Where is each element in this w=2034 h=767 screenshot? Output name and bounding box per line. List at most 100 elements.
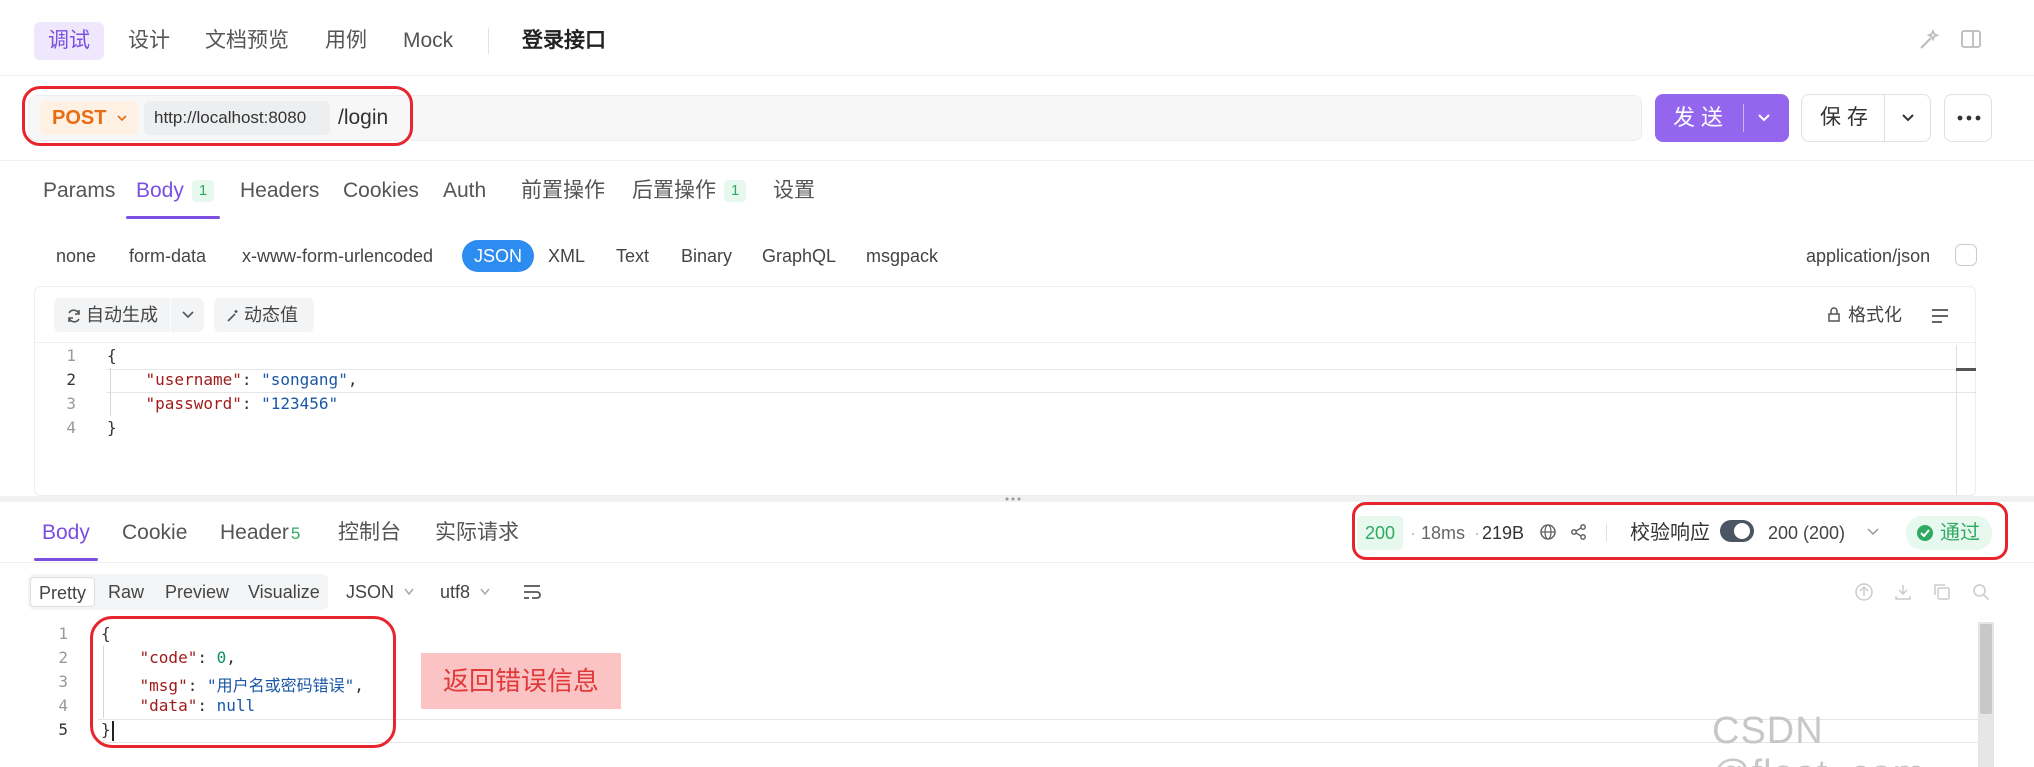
format-button[interactable]: 格式化 xyxy=(1826,298,1902,332)
line-number: 2 xyxy=(58,648,68,667)
body-type-xml[interactable]: XML xyxy=(548,240,585,272)
tab-body[interactable]: Body 1 xyxy=(136,176,215,206)
body-type-binary[interactable]: Binary xyxy=(681,240,732,272)
response-scrollbar-thumb[interactable] xyxy=(1980,624,1992,714)
line-number: 4 xyxy=(58,696,68,715)
tab-settings[interactable]: 设置 xyxy=(773,176,815,206)
magic-wand-icon xyxy=(227,310,238,322)
view-mode-raw[interactable]: Raw xyxy=(100,577,152,607)
json-value: "songang" xyxy=(261,370,348,389)
response-format-select[interactable]: JSON xyxy=(338,577,423,607)
copy-icon[interactable] xyxy=(1932,582,1952,602)
response-tab-header[interactable]: Header 5 xyxy=(220,518,300,549)
magic-wand-icon[interactable] xyxy=(1917,28,1941,52)
line-number: 5 xyxy=(58,720,68,739)
save-label: 保存 xyxy=(1820,106,1874,129)
tab-divider xyxy=(488,28,489,54)
more-button[interactable] xyxy=(1944,94,1992,142)
format-label: 格式化 xyxy=(1848,305,1902,325)
wrap-lines-icon[interactable] xyxy=(1930,307,1950,325)
tab-post-ops[interactable]: 后置操作 1 xyxy=(632,176,747,206)
line-number: 3 xyxy=(66,394,76,413)
response-tab-actual-request[interactable]: 实际请求 xyxy=(435,518,519,548)
tab-body-label: Body xyxy=(136,179,184,202)
drag-handle-icon[interactable] xyxy=(1004,496,1022,502)
tab-cases[interactable]: 用例 xyxy=(311,22,381,60)
json-value: "123456" xyxy=(261,394,339,413)
tab-mock[interactable]: Mock xyxy=(389,22,467,60)
download-icon[interactable] xyxy=(1893,582,1913,602)
active-response-tab-indicator xyxy=(34,558,98,561)
view-mode-preview[interactable]: Preview xyxy=(157,577,237,607)
save-options-chevron-icon[interactable] xyxy=(1900,111,1916,125)
line-number: 3 xyxy=(58,672,68,691)
content-type-checkbox[interactable] xyxy=(1955,244,1977,266)
json-key: "username" xyxy=(145,370,242,389)
send-options-chevron-icon[interactable] xyxy=(1756,111,1772,125)
view-mode-visualize[interactable]: Visualize xyxy=(240,577,328,607)
view-mode-pretty[interactable]: Pretty xyxy=(30,577,96,607)
line-number: 2 xyxy=(66,370,76,389)
tab-cookies[interactable]: Cookies xyxy=(343,176,419,206)
refresh-icon xyxy=(68,309,80,323)
tab-auth[interactable]: Auth xyxy=(443,176,486,206)
response-format-label: JSON xyxy=(346,582,395,602)
response-tab-cookie[interactable]: Cookie xyxy=(122,518,187,548)
send-label: 发送 xyxy=(1673,105,1730,130)
chevron-down-icon xyxy=(480,588,490,596)
search-icon[interactable] xyxy=(1971,582,1991,602)
body-type-text[interactable]: Text xyxy=(616,240,649,272)
tab-design[interactable]: 设计 xyxy=(114,22,184,60)
format-icon xyxy=(1828,307,1840,322)
api-name: 登录接口 xyxy=(522,29,606,52)
encoding-select[interactable]: utf8 xyxy=(432,577,499,607)
line-number: 1 xyxy=(66,346,76,365)
response-tab-console[interactable]: 控制台 xyxy=(338,518,401,548)
save-divider xyxy=(1884,95,1885,141)
upload-icon[interactable] xyxy=(1854,582,1874,602)
auto-generate-divider xyxy=(170,298,171,332)
auto-generate-chevron-icon[interactable] xyxy=(181,309,195,321)
dynamic-value-button[interactable]: 动态值 xyxy=(214,298,314,332)
tab-doc-preview[interactable]: 文档预览 xyxy=(191,22,303,60)
content-type-label: application/json xyxy=(1806,246,1931,266)
minimap-cursor xyxy=(1956,368,1976,371)
code-line: { xyxy=(107,346,117,365)
chevron-down-icon xyxy=(404,588,414,596)
body-type-msgpack[interactable]: msgpack xyxy=(866,240,938,272)
code-line: } xyxy=(107,418,117,437)
save-button[interactable]: 保存 xyxy=(1801,94,1931,142)
section-divider xyxy=(0,160,2034,161)
body-type-form-data[interactable]: form-data xyxy=(129,240,206,272)
meta-highlight-box xyxy=(1352,502,2008,560)
panel-toggle-icon[interactable] xyxy=(1960,28,1982,50)
body-type-json[interactable]: JSON xyxy=(462,240,535,272)
active-tab-indicator xyxy=(126,216,220,219)
auto-generate-label: 自动生成 xyxy=(86,305,158,325)
tab-debug[interactable]: 调试 xyxy=(34,22,104,60)
header-count-badge: 5 xyxy=(290,524,301,543)
tab-pre-ops[interactable]: 前置操作 xyxy=(521,176,605,206)
code-line: "password": "123456" xyxy=(145,394,339,413)
annotation-label: 返回错误信息 xyxy=(421,653,621,709)
watermark: CSDN @float_com xyxy=(1712,710,1924,767)
tab-params[interactable]: Params xyxy=(43,176,115,206)
top-bar: 调试 设计 文档预览 用例 Mock 登录接口 xyxy=(0,0,2034,76)
body-type-urlencoded[interactable]: x-www-form-urlencoded xyxy=(242,240,433,272)
line-number: 1 xyxy=(58,624,68,643)
body-type-none[interactable]: none xyxy=(56,240,96,272)
response-tab-body[interactable]: Body xyxy=(42,518,90,548)
response-tabs-divider xyxy=(0,562,2034,563)
url-highlight-box xyxy=(22,86,413,146)
dynamic-value-label: 动态值 xyxy=(244,305,298,325)
line-number: 4 xyxy=(66,418,76,437)
more-icon xyxy=(1957,115,1981,121)
encoding-label: utf8 xyxy=(440,582,471,602)
body-type-graphql[interactable]: GraphQL xyxy=(762,240,836,272)
response-tab-header-label: Header xyxy=(220,521,289,544)
send-button[interactable]: 发送 xyxy=(1655,94,1789,142)
editor-toolbar-divider xyxy=(34,342,1976,343)
tab-headers[interactable]: Headers xyxy=(240,176,319,206)
wrap-lines-icon[interactable] xyxy=(522,583,542,601)
response-highlight-box xyxy=(90,616,396,748)
